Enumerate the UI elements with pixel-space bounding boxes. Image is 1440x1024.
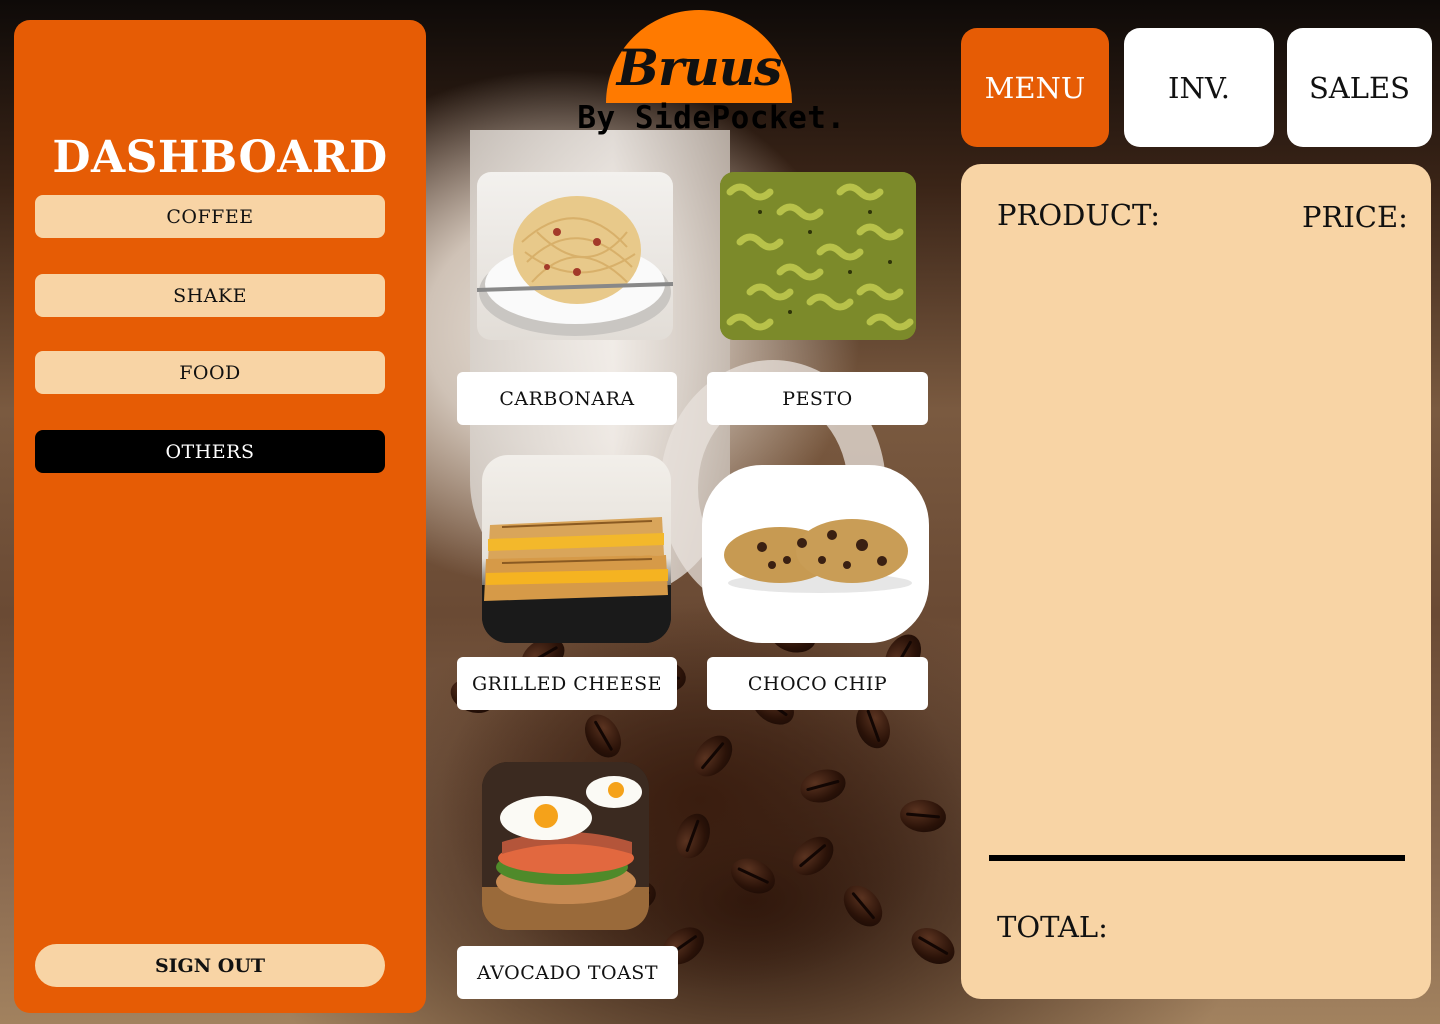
tab-menu[interactable]: MENU — [961, 28, 1109, 147]
product-grilled-cheese-button[interactable]: GRILLED CHEESE — [457, 657, 677, 710]
category-coffee-button[interactable]: COFFEE — [35, 195, 385, 238]
carbonara-image[interactable] — [477, 172, 673, 340]
avocado-toast-image[interactable] — [482, 762, 649, 930]
grilled-cheese-image[interactable] — [482, 455, 671, 643]
tab-inventory[interactable]: INV. — [1124, 28, 1274, 147]
total-label: TOTAL: — [997, 910, 1108, 944]
brand-logo: Bruus By SidePocket. — [570, 8, 850, 148]
category-food-button[interactable]: FOOD — [35, 351, 385, 394]
product-choco-chip-button[interactable]: CHOCO CHIP — [707, 657, 928, 710]
logo-tagline: By SidePocket. — [577, 100, 846, 136]
order-items-list[interactable] — [989, 254, 1405, 844]
product-column-header: PRODUCT: — [997, 198, 1161, 232]
tab-sales[interactable]: SALES — [1287, 28, 1432, 147]
price-column-header: PRICE: — [1302, 200, 1408, 234]
category-others-button[interactable]: OTHERS — [35, 430, 385, 473]
product-pesto-button[interactable]: PESTO — [707, 372, 928, 425]
sidebar: DASHBOARD COFFEE SHAKE FOOD OTHERS SIGN … — [14, 20, 426, 1013]
sign-out-button[interactable]: SIGN OUT — [35, 944, 385, 987]
order-panel: PRODUCT: PRICE: TOTAL: — [961, 164, 1431, 999]
product-avocado-toast-button[interactable]: AVOCADO TOAST — [457, 946, 678, 999]
dashboard-title: DASHBOARD — [52, 132, 388, 183]
product-carbonara-button[interactable]: CARBONARA — [457, 372, 677, 425]
category-shake-button[interactable]: SHAKE — [35, 274, 385, 317]
logo-name: Bruus — [616, 38, 782, 97]
total-divider — [989, 855, 1405, 861]
pesto-image[interactable] — [720, 172, 916, 340]
choco-chip-image[interactable] — [702, 465, 929, 643]
